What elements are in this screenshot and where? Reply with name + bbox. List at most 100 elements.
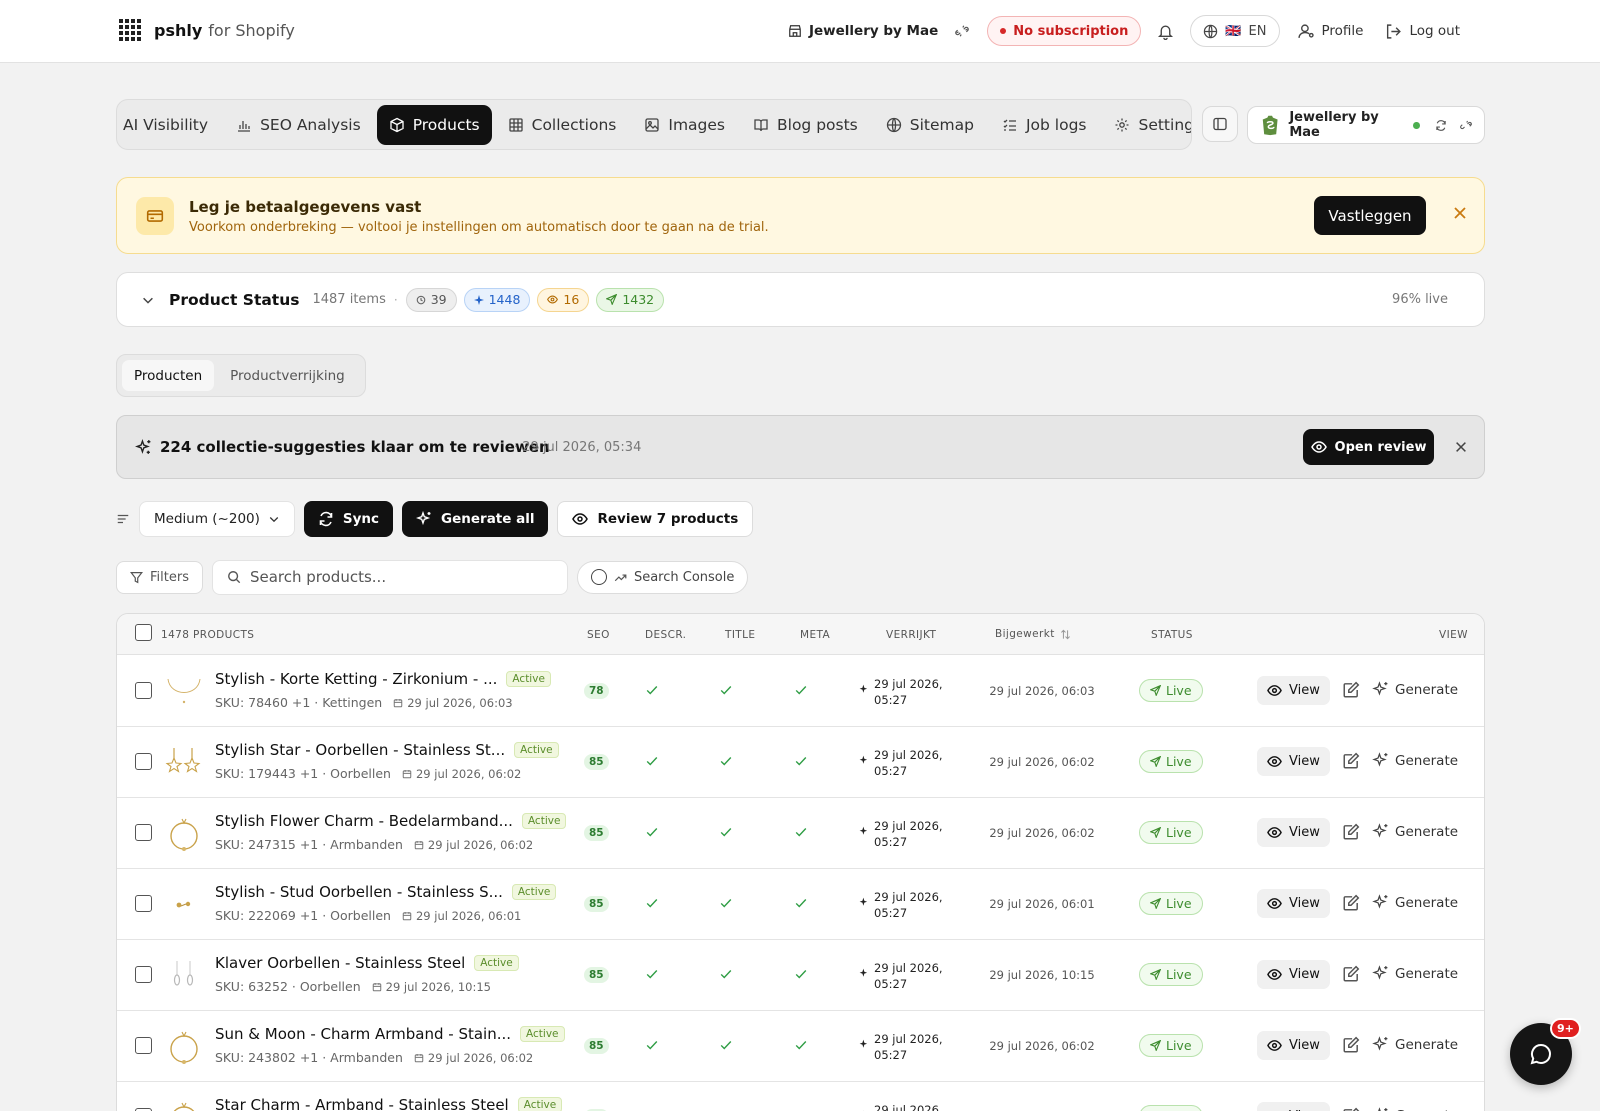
edit-icon[interactable] [1342,752,1360,770]
generate-button[interactable]: Generate [1372,894,1458,911]
generate-button[interactable]: Generate [1372,681,1458,698]
generated-count-pill[interactable]: 1448 [463,287,531,312]
edit-icon[interactable] [1342,681,1360,699]
open-review-button[interactable]: Open review [1303,429,1434,465]
subscription-badge[interactable]: No subscription [987,16,1142,46]
row-checkbox[interactable] [135,895,152,912]
row-checkbox[interactable] [135,682,152,699]
brand[interactable]: pshly for Shopify [118,18,295,42]
table-row[interactable]: Stylish - Korte Ketting - Zirkonium - ..… [117,655,1484,727]
generate-button[interactable]: Generate [1372,752,1458,769]
select-all-checkbox[interactable] [135,624,152,641]
calendar-icon [414,1053,424,1062]
status-label: Live [1166,683,1192,698]
col-bijgewerkt[interactable]: Bijgewerkt [995,628,1071,640]
table-row[interactable]: Stylish - Stud Oorbellen - Stainless S..… [117,868,1484,940]
tab-producten[interactable]: Producten [122,360,215,391]
store-connection[interactable]: Jewellery by Mae [1247,106,1485,144]
verrijkt-date-line: 29 jul 2026, [874,819,943,833]
view-label: View [1289,896,1320,911]
edit-icon[interactable] [1342,823,1360,841]
bell-icon[interactable] [1157,23,1174,40]
edit-icon[interactable] [1342,965,1360,983]
search-console-toggle[interactable]: Search Console [576,560,749,594]
product-name[interactable]: Stylish Flower Charm - Bedelarmband... Ac… [215,812,567,830]
refresh-icon[interactable] [1435,119,1447,132]
view-button[interactable]: View [1257,960,1330,989]
tab-blog-posts[interactable]: Blog posts [741,105,870,145]
table-row[interactable]: Sun & Moon - Charm Armband - Stain... Act… [117,1010,1484,1082]
table-row[interactable]: Klaver Oorbellen - Stainless Steel Active… [117,939,1484,1011]
language-switcher[interactable]: 🇬🇧 EN [1190,15,1280,47]
store-selector[interactable]: Jewellery by Mae [788,23,970,39]
tab-settings[interactable]: Settings [1102,105,1191,145]
tab-seo-analysis[interactable]: SEO Analysis [224,105,373,145]
generate-button[interactable]: Generate [1372,1107,1458,1111]
tab-job-logs[interactable]: Job logs [990,105,1099,145]
view-button[interactable]: View [1257,1031,1330,1060]
live-percentage: 96% live [1392,292,1448,307]
pending-count: 39 [430,292,447,307]
tab-ai-visibility[interactable]: AI Visibility [117,105,220,145]
product-name[interactable]: Stylish - Stud Oorbellen - Stainless S..… [215,883,557,901]
edit-icon[interactable] [1342,1036,1360,1054]
sparkles-icon [1378,1107,1388,1111]
tab-products[interactable]: Products [376,105,492,145]
vastleggen-button[interactable]: Vastleggen [1314,196,1426,235]
filters-button[interactable]: Filters [116,560,203,594]
product-date: 29 jul 2026, 10:15 [372,980,491,994]
unlink-icon[interactable] [1460,119,1472,132]
view-button[interactable]: View [1257,889,1330,918]
batch-size-select[interactable]: Medium (~200) [139,501,295,537]
pending-count-pill[interactable]: 39 [405,287,457,312]
sync-button[interactable]: Sync [303,501,394,537]
view-button[interactable]: View [1257,747,1330,776]
published-count-pill[interactable]: 1432 [596,287,665,312]
close-icon[interactable] [1452,205,1468,221]
row-checkbox[interactable] [135,1037,152,1054]
sidebar-toggle-button[interactable] [1202,106,1238,142]
view-button[interactable]: View [1257,1102,1330,1111]
product-name[interactable]: Stylish Star - Oorbellen - Stainless St.… [215,741,559,759]
tab-collections[interactable]: Collections [496,105,629,145]
send-icon [1150,685,1161,696]
verrijkt-date-line: 29 jul 2026, [874,748,943,762]
logout-label: Log out [1409,23,1460,39]
generate-button[interactable]: Generate [1372,965,1458,982]
review-products-button[interactable]: Review 7 products [557,501,754,537]
tab-images[interactable]: Images [632,105,737,145]
chevron-down-icon[interactable] [141,293,155,307]
edit-icon[interactable] [1342,894,1360,912]
review-count-pill[interactable]: 16 [537,287,590,312]
product-name[interactable]: Klaver Oorbellen - Stainless Steel Active [215,954,519,972]
unlink-icon [955,25,970,37]
edit-icon[interactable] [1342,1107,1360,1111]
tab-label: AI Visibility [123,116,209,134]
list-icon[interactable] [116,512,130,526]
logout-link[interactable]: Log out [1385,23,1460,40]
profile-link[interactable]: Profile [1297,23,1363,40]
product-status-panel[interactable]: Product Status 1487 items · 39 1448 16 1… [116,272,1485,327]
product-name[interactable]: Sun & Moon - Charm Armband - Stain... Act… [215,1025,565,1043]
check-icon [646,757,658,766]
table-row[interactable]: Star Charm - Armband - Stainless Steel Ac… [117,1081,1484,1111]
view-button[interactable]: View [1257,676,1330,705]
row-checkbox[interactable] [135,753,152,770]
table-row[interactable]: Stylish Flower Charm - Bedelarmband... Ac… [117,797,1484,869]
product-name[interactable]: Stylish - Korte Ketting - Zirkonium - ..… [215,670,551,688]
row-checkbox[interactable] [135,824,152,841]
product-name[interactable]: Star Charm - Armband - Stainless Steel Ac… [215,1096,563,1111]
generate-button[interactable]: Generate [1372,823,1458,840]
generate-button[interactable]: Generate [1372,1036,1458,1053]
generate-all-button[interactable]: Generate all [402,501,549,537]
tab-productverrijking[interactable]: Productverrijking [218,360,357,391]
row-checkbox[interactable] [135,966,152,983]
product-sku: SKU: 247315 +1 · Armbanden [215,837,403,852]
search-input[interactable] [249,568,550,586]
sparkles-icon [1372,894,1388,909]
tab-sitemap[interactable]: Sitemap [874,105,986,145]
search-box [211,559,568,595]
close-icon[interactable] [1454,440,1468,454]
table-row[interactable]: Stylish Star - Oorbellen - Stainless St.… [117,726,1484,798]
view-button[interactable]: View [1257,818,1330,847]
